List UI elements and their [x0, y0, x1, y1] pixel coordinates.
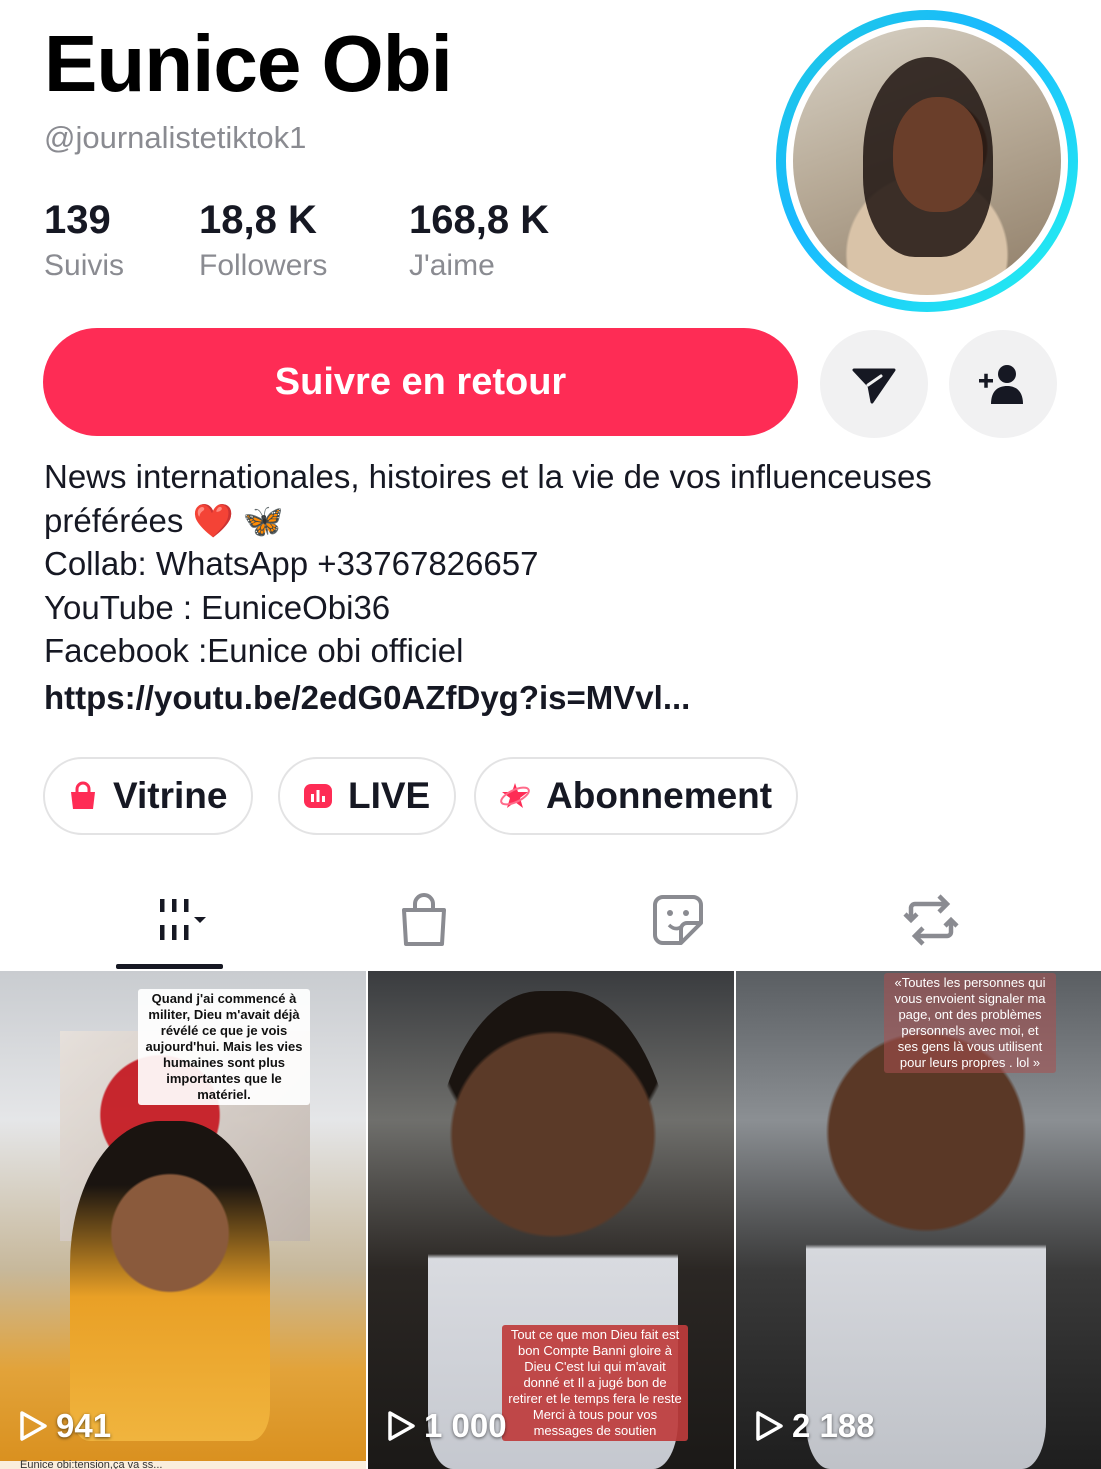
stat-followers-value: 18,8 K: [199, 198, 317, 242]
play-icon: [20, 1411, 47, 1441]
bio-line: préférées ❤️ 🦋: [44, 501, 284, 539]
add-friend-button[interactable]: [949, 330, 1057, 438]
avatar-border: [786, 20, 1068, 302]
follow-back-button[interactable]: Suivre en retour: [43, 328, 798, 436]
videos-grid-icon: [159, 899, 206, 940]
shop-bag-icon: [401, 893, 446, 946]
stat-followers-label: Followers: [199, 249, 328, 282]
bio-line: YouTube : EuniceObi36: [44, 588, 391, 626]
message-button[interactable]: [820, 330, 928, 438]
tab-stickers[interactable]: [624, 880, 731, 960]
stat-following[interactable]: 139 Suivis: [44, 198, 124, 283]
video-thumbnail[interactable]: Quand j'ai commencé à militer, Dieu m'av…: [0, 971, 366, 1469]
shopping-bag-icon: [71, 781, 95, 809]
video-caption: Tout ce que mon Dieu fait est bon Compte…: [502, 1325, 688, 1441]
active-tab-indicator: [116, 964, 223, 969]
stat-likes[interactable]: 168,8 K J'aime: [409, 198, 549, 283]
bio-line: News internationales, histoires et la vi…: [44, 458, 932, 495]
video-caption: «Toutes les personnes qui vous envoient …: [884, 973, 1056, 1073]
play-icon: [756, 1411, 783, 1441]
video-thumbnail[interactable]: Tout ce que mon Dieu fait est bon Compte…: [368, 971, 734, 1469]
video-footer-text: Eunice obi:tension,ça va ss...: [20, 1459, 163, 1469]
chip-live[interactable]: LIVE: [278, 757, 457, 835]
view-count: 1 000: [386, 1407, 507, 1445]
live-icon: [304, 784, 332, 808]
tab-shop[interactable]: [370, 880, 477, 960]
view-count: 941: [18, 1407, 111, 1445]
video-caption: Quand j'ai commencé à militer, Dieu m'av…: [138, 989, 310, 1105]
stat-likes-label: J'aime: [409, 249, 495, 282]
view-count-value: 2 188: [792, 1407, 875, 1444]
stat-following-value: 139: [44, 198, 111, 242]
repost-icon: [902, 894, 959, 946]
view-count: 2 188: [754, 1407, 875, 1445]
play-icon: [388, 1411, 415, 1441]
avatar[interactable]: [776, 10, 1078, 312]
stat-followers[interactable]: 18,8 K Followers: [199, 198, 327, 283]
send-icon: [852, 368, 896, 404]
bio-line: Collab: WhatsApp +33767826657: [44, 545, 539, 582]
bio-link[interactable]: https://youtu.be/2edG0AZfDyg?is=MVvl...: [44, 679, 1074, 717]
profile-name: Eunice Obi: [44, 19, 453, 108]
profile-handle: @journalistetiktok1: [44, 120, 307, 155]
avatar-photo: [793, 27, 1061, 295]
bio: News internationales, histoires et la vi…: [44, 455, 1074, 717]
chip-live-label: LIVE: [348, 775, 431, 816]
add-user-icon: [979, 365, 1023, 404]
thumbnail-person: [70, 1121, 270, 1441]
view-count-value: 941: [56, 1407, 112, 1444]
chip-abonnement[interactable]: Abonnement: [474, 757, 799, 835]
tab-videos[interactable]: [116, 880, 223, 960]
chip-vitrine-label: Vitrine: [113, 775, 228, 816]
tab-reposts[interactable]: [877, 880, 984, 960]
stat-following-label: Suivis: [44, 249, 125, 282]
subscription-icon: [500, 783, 530, 808]
stat-likes-value: 168,8 K: [409, 198, 550, 242]
chip-abonnement-label: Abonnement: [546, 775, 773, 816]
avatar-face: [893, 97, 983, 212]
bio-line: Facebook :Eunice obi officiel: [44, 632, 464, 669]
view-count-value: 1 000: [424, 1407, 507, 1444]
chip-vitrine[interactable]: Vitrine: [43, 757, 254, 835]
sticker-icon: [652, 895, 703, 945]
profile-page: Eunice Obi @journalistetiktok1 139 Suivi…: [0, 0, 1101, 1469]
video-thumbnail[interactable]: «Toutes les personnes qui vous envoient …: [736, 971, 1101, 1469]
